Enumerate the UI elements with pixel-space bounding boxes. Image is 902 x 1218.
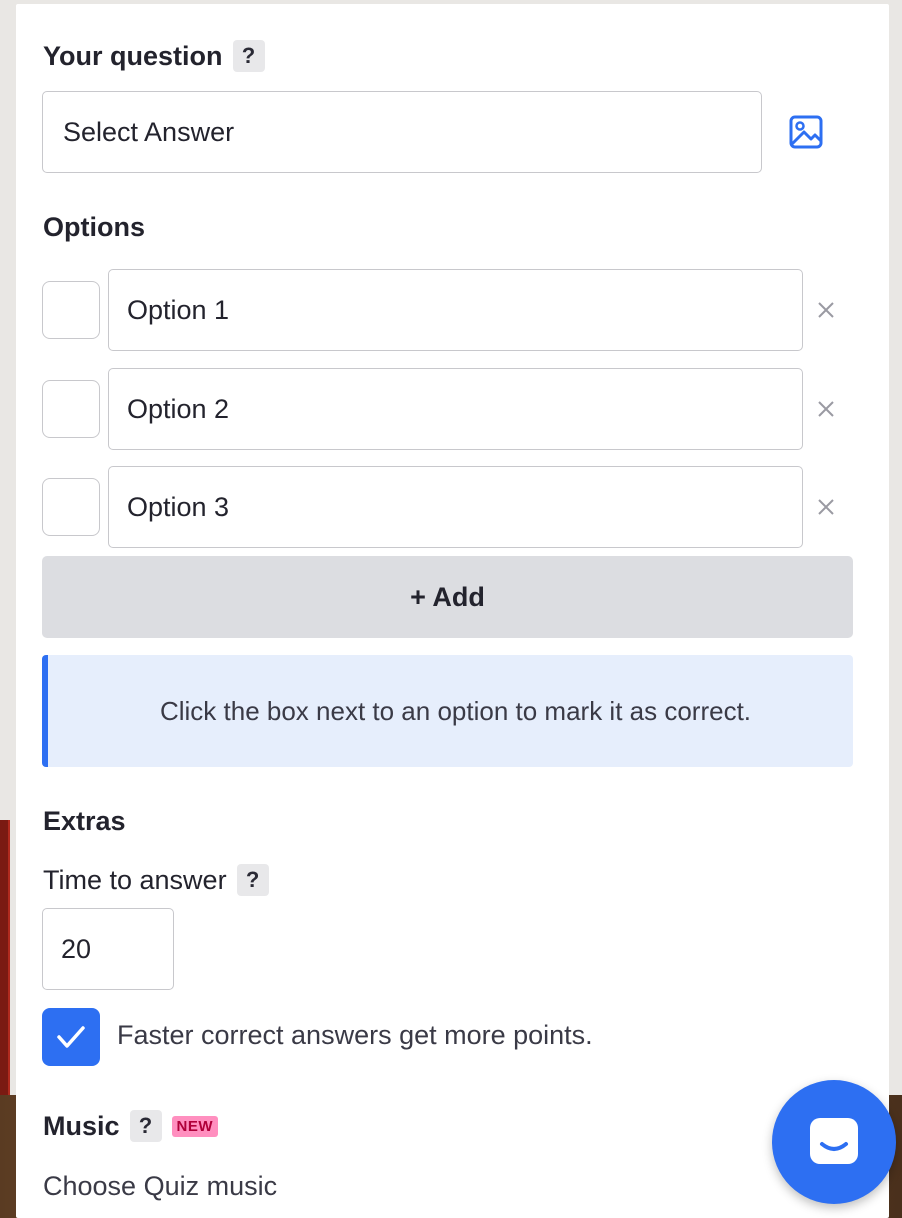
faster-points-label: Faster correct answers get more points. [117,1020,593,1050]
option-2-value: Option 2 [127,393,230,424]
question-label: Your question [43,40,223,71]
time-to-answer-heading: Time to answer ? [43,864,269,896]
time-to-answer-label: Time to answer [43,864,227,895]
option-3-correct-checkbox[interactable] [42,478,100,536]
time-help-button[interactable]: ? [236,864,269,896]
music-help-button[interactable]: ? [129,1110,162,1142]
option-2-input[interactable]: Option 2 [108,368,803,450]
correct-answer-hint: Click the box next to an option to mark … [42,655,853,767]
time-to-answer-input[interactable]: 20 [42,908,174,990]
extras-label: Extras [43,806,126,836]
music-label: Music [43,1110,120,1141]
options-label: Options [43,212,145,242]
extras-heading: Extras [43,806,126,837]
close-icon [818,302,834,318]
close-icon [818,401,834,417]
quiz-editor-panel: Your question ? Select Answer Options Op… [16,4,889,1218]
question-help-button[interactable]: ? [232,40,265,72]
option-3-remove-button[interactable] [811,492,841,522]
time-to-answer-value: 20 [61,933,92,964]
close-icon [818,499,834,515]
image-icon [789,115,823,149]
question-heading: Your question ? [43,40,265,72]
question-input-value: Select Answer [63,116,235,147]
option-1-input[interactable]: Option 1 [108,269,803,351]
option-2-correct-checkbox[interactable] [42,380,100,438]
new-badge: NEW [171,1115,219,1137]
add-image-button[interactable] [786,112,826,152]
option-1-correct-checkbox[interactable] [42,281,100,339]
chat-icon [810,1118,858,1164]
option-3-input[interactable]: Option 3 [108,466,803,548]
option-3-value: Option 3 [127,491,230,522]
add-option-button[interactable]: + Add [42,556,853,638]
option-1-value: Option 1 [127,294,230,325]
question-input[interactable]: Select Answer [42,91,762,173]
hint-text: Click the box next to an option to mark … [159,695,752,726]
faster-points-checkbox[interactable] [42,1008,100,1066]
options-heading: Options [43,212,145,243]
option-2-remove-button[interactable] [811,394,841,424]
add-option-label: + Add [410,581,485,612]
background-edge [0,820,10,1100]
chat-launcher-button[interactable] [772,1080,896,1204]
music-heading: Music ? NEW [43,1110,219,1142]
option-1-remove-button[interactable] [811,295,841,325]
checkmark-icon [57,1026,85,1048]
choose-quiz-music[interactable]: Choose Quiz music [43,1171,277,1202]
